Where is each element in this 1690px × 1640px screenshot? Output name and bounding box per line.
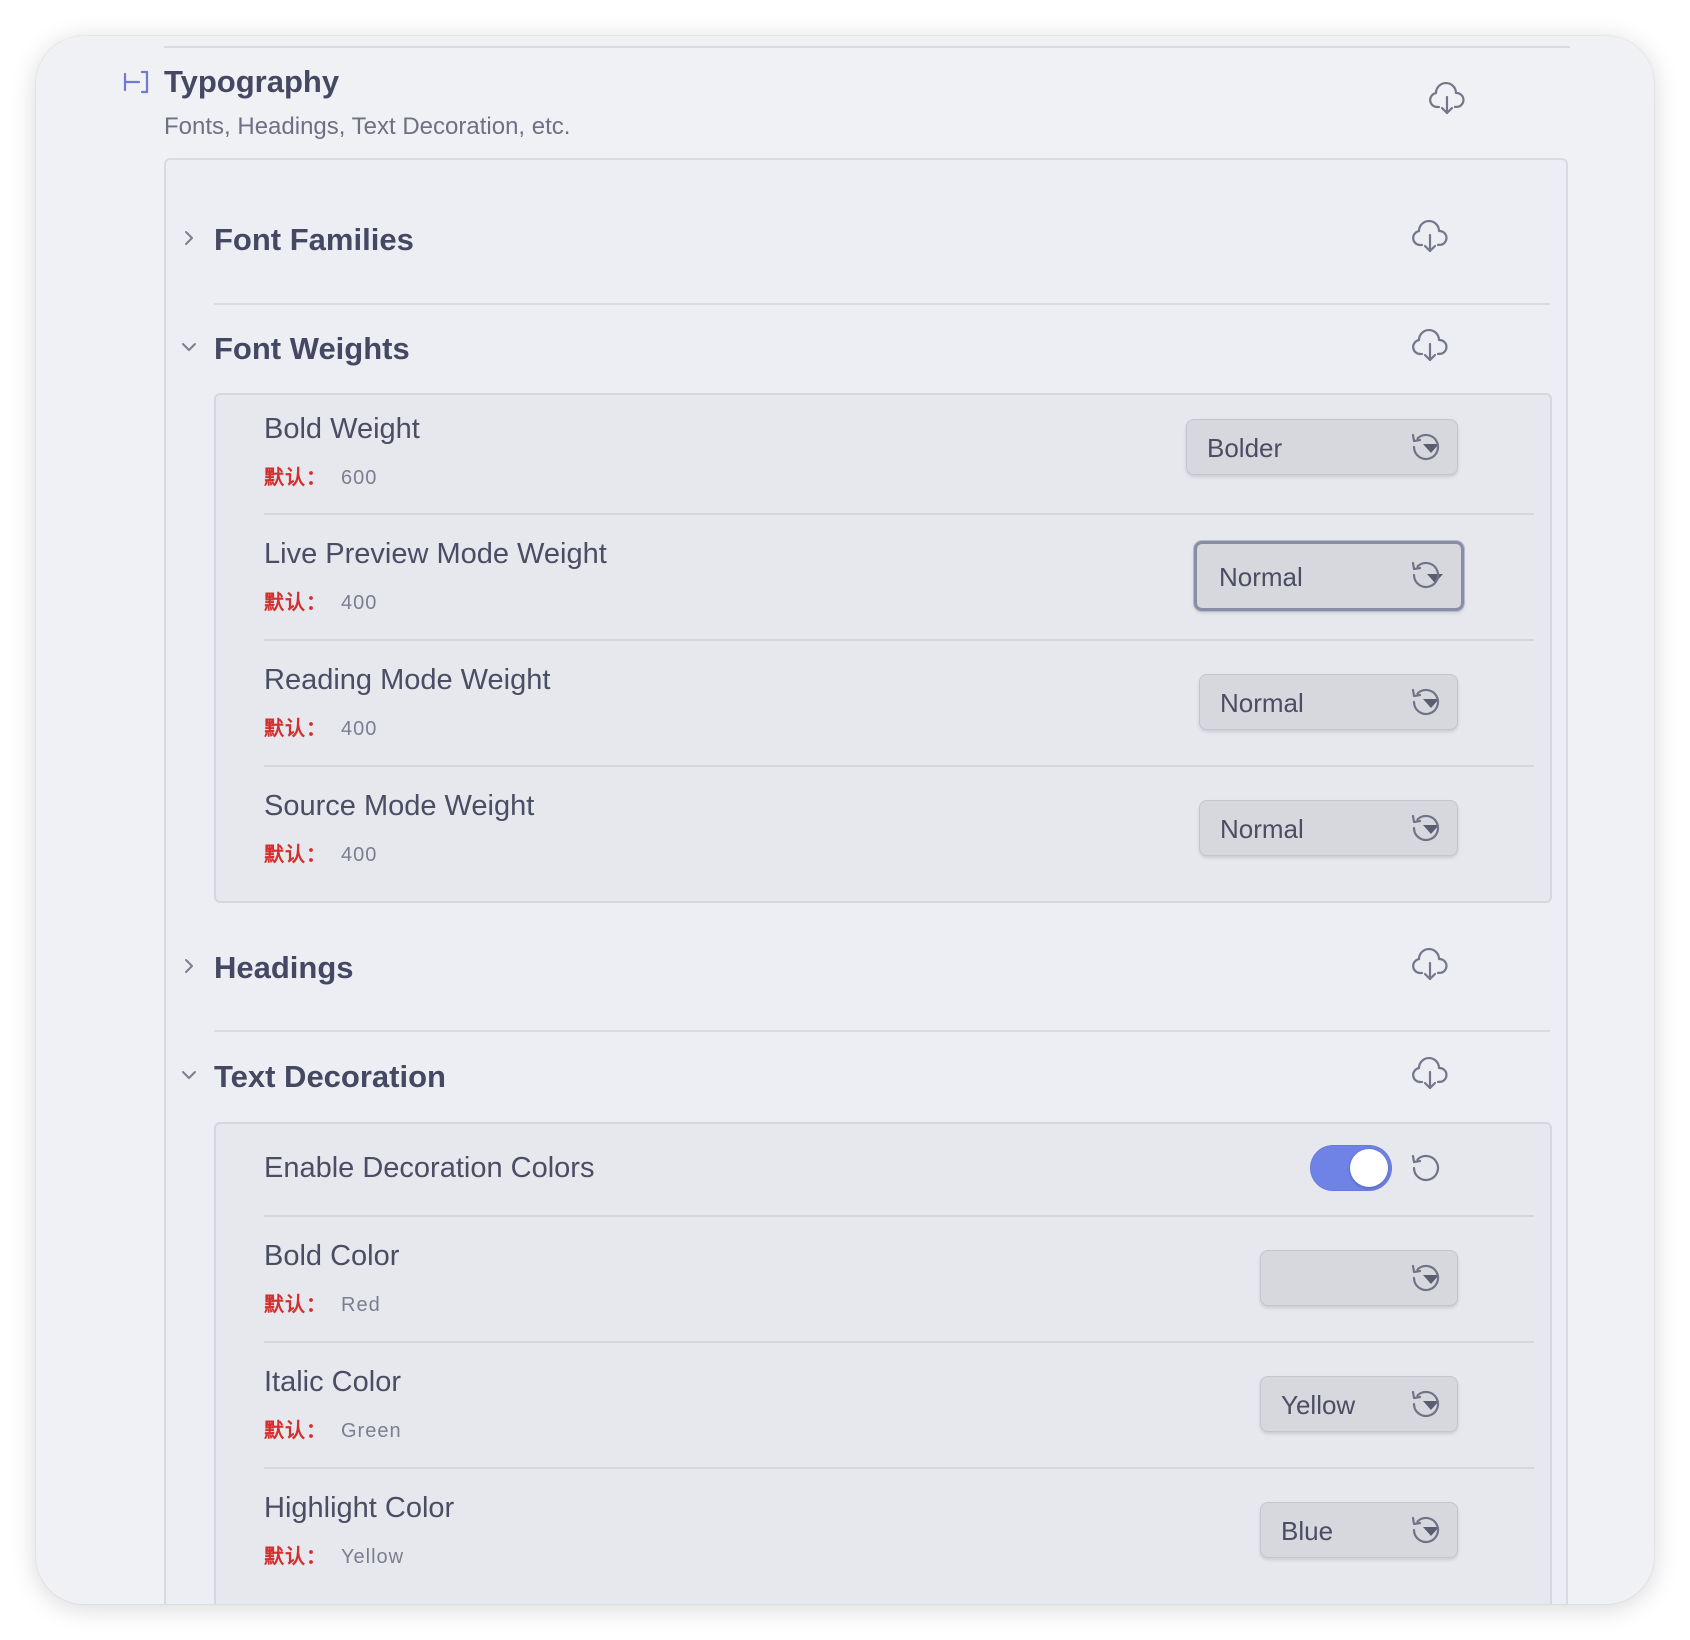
select-value: Blue [1281,1516,1334,1546]
cloud-download-icon[interactable] [1428,82,1466,116]
reset-icon[interactable] [1409,811,1443,845]
default-key: 默认： [264,592,327,614]
text-decoration-panel: Enable Decoration Colors Bold Color 默认： R… [214,1122,1552,1604]
select-value: Yellow [1281,1390,1356,1420]
reset-icon[interactable] [1409,1261,1443,1295]
default-value: 400 [341,844,378,866]
section-divider [214,303,1550,305]
default-value: 600 [341,467,378,489]
top-divider [164,46,1570,48]
setting-label: Highlight Color [264,1492,455,1524]
setting-label: Bold Weight [264,413,420,445]
cloud-download-icon[interactable] [1411,948,1449,982]
chevron-right-icon[interactable] [176,953,202,979]
setting-row-italic-color: Italic Color 默认： Green Yellow [216,1343,1550,1467]
page-subtitle: Fonts, Headings, Text Decoration, etc. [164,113,571,140]
setting-row-bold-color: Bold Color 默认： Red [216,1217,1550,1341]
select-value: Bolder [1207,433,1283,463]
setting-row-live-preview-weight: Live Preview Mode Weight 默认： 400 Normal [216,515,1550,639]
cloud-download-icon[interactable] [1411,1057,1449,1091]
setting-row-bold-weight: Bold Weight 默认： 600 Bolder [216,395,1550,513]
toggle-knob [1350,1149,1388,1187]
select-value: Normal [1220,814,1304,844]
setting-default: 默认： Yellow [264,1540,404,1569]
section-text-decoration[interactable]: Text Decoration [166,1047,1566,1107]
default-key: 默认： [264,718,327,740]
setting-row-highlight-color: Highlight Color 默认： Yellow Blue [216,1469,1550,1593]
section-divider [214,1030,1550,1032]
typography-panel: Font Families Font Weights Bold Weight 默… [164,158,1568,1604]
cloud-download-icon[interactable] [1411,329,1449,363]
setting-default: 默认： Green [264,1414,402,1443]
chevron-down-icon[interactable] [176,1062,202,1088]
setting-default: 默认： 400 [264,712,377,741]
setting-label: Italic Color [264,1366,401,1398]
setting-default: 默认： 600 [264,461,377,490]
default-key: 默认： [264,1546,327,1568]
reset-icon[interactable] [1409,430,1443,464]
section-font-families[interactable]: Font Families [166,210,1566,270]
default-value: 400 [341,592,378,614]
section-font-weights[interactable]: Font Weights [166,319,1566,379]
default-key: 默认： [264,1294,327,1316]
default-value: Yellow [341,1546,405,1568]
section-title: Headings [214,950,354,985]
default-key: 默认： [264,844,327,866]
setting-row-enable-decoration: Enable Decoration Colors [216,1124,1550,1215]
section-headings[interactable]: Headings [166,938,1566,998]
default-value: 400 [341,718,378,740]
setting-default: 默认： 400 [264,838,377,867]
default-value: Red [341,1294,381,1316]
default-key: 默认： [264,1420,327,1442]
section-title: Font Weights [214,331,410,366]
setting-default: 默认： 400 [264,586,377,615]
setting-label: Source Mode Weight [264,790,535,822]
select-value: Normal [1219,562,1303,592]
settings-window: Typography Fonts, Headings, Text Decorat… [36,36,1654,1604]
setting-label: Bold Color [264,1240,400,1272]
reset-icon[interactable] [1409,558,1443,592]
default-key: 默认： [264,467,327,489]
setting-row-reading-weight: Reading Mode Weight 默认： 400 Normal [216,641,1550,765]
reset-icon[interactable] [1409,685,1443,719]
reset-icon[interactable] [1409,1513,1443,1547]
setting-label: Enable Decoration Colors [264,1152,595,1184]
default-value: Green [341,1420,402,1442]
section-title: Font Families [214,222,414,257]
chevron-down-icon[interactable] [176,334,202,360]
setting-default: 默认： Red [264,1288,381,1317]
setting-row-source-weight: Source Mode Weight 默认： 400 Normal [216,767,1550,901]
reset-icon[interactable] [1409,1151,1443,1185]
reset-icon[interactable] [1409,1387,1443,1421]
bracket-icon [122,68,152,96]
section-title: Text Decoration [214,1059,446,1094]
setting-label: Live Preview Mode Weight [264,538,607,570]
decoration-colors-toggle[interactable] [1310,1145,1392,1191]
font-weights-panel: Bold Weight 默认： 600 Bolder Live Preview M… [214,393,1552,903]
select-value: Normal [1220,688,1304,718]
chevron-right-icon[interactable] [176,225,202,251]
cloud-download-icon[interactable] [1411,220,1449,254]
page-title: Typography [164,64,340,99]
setting-label: Reading Mode Weight [264,664,551,696]
